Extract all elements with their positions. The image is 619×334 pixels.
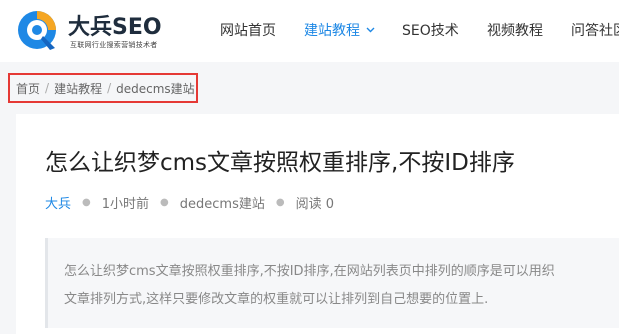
breadcrumb-dedecms[interactable]: dedecms建站 (116, 80, 195, 97)
article-author[interactable]: 大兵 (45, 193, 71, 212)
nav-item-label: 建站教程 (304, 23, 360, 39)
article-meta: 大兵 ● 1小时前 ● dedecms建站 ● 阅读 0 (45, 193, 334, 212)
article-views: 阅读 0 (295, 197, 334, 212)
nav-item-qa[interactable]: 问答社区 (571, 20, 619, 40)
nav-item-home[interactable]: 网站首页 (220, 20, 276, 40)
nav-item-seo[interactable]: SEO技术 (402, 20, 459, 40)
breadcrumb-tutorials[interactable]: 建站教程 (54, 80, 102, 97)
article-category[interactable]: dedecms建站 (180, 193, 265, 212)
article-summary: 怎么让织梦cms文章按照权重排序,不按ID排序,在网站列表页中排列的顺序是可以用… (45, 238, 619, 328)
nav-item-video[interactable]: 视频教程 (487, 20, 543, 40)
breadcrumb: 首页 / 建站教程 / dedecms建站 (8, 73, 198, 103)
summary-line-1: 怎么让织梦cms文章按照权重排序,不按ID排序,在网站列表页中排列的顺序是可以用… (64, 264, 555, 279)
logo-subtitle: 互联网行业搜索营销技术者 (70, 41, 158, 49)
logo-icon[interactable] (15, 8, 61, 54)
nav-item-tutorials[interactable]: 建站教程 (304, 20, 375, 40)
chevron-down-icon (366, 27, 375, 33)
nav-item-label: 视频教程 (487, 23, 543, 39)
article-time: 1小时前 (101, 197, 150, 212)
meta-separator: ● (275, 197, 285, 208)
article-title: 怎么让织梦cms文章按照权重排序,不按ID排序 (45, 150, 515, 176)
summary-line-2: 文章排列方式,这样只要修改文章的权重就可以让排列到自己想要的位置上. (64, 292, 489, 307)
meta-separator: ● (82, 197, 91, 208)
breadcrumb-separator: / (45, 81, 50, 95)
site-header: 大兵SEO 互联网行业搜索营销技术者 网站首页 建站教程 SEO技术 视频教程 … (0, 0, 619, 62)
nav-item-label: 网站首页 (220, 23, 276, 39)
breadcrumb-home[interactable]: 首页 (16, 80, 40, 97)
meta-separator: ● (160, 197, 169, 208)
breadcrumb-separator: / (107, 81, 112, 95)
nav-item-label: 问答社区 (571, 23, 619, 39)
logo-title[interactable]: 大兵SEO (68, 9, 162, 41)
nav-item-label: SEO技术 (402, 23, 459, 39)
